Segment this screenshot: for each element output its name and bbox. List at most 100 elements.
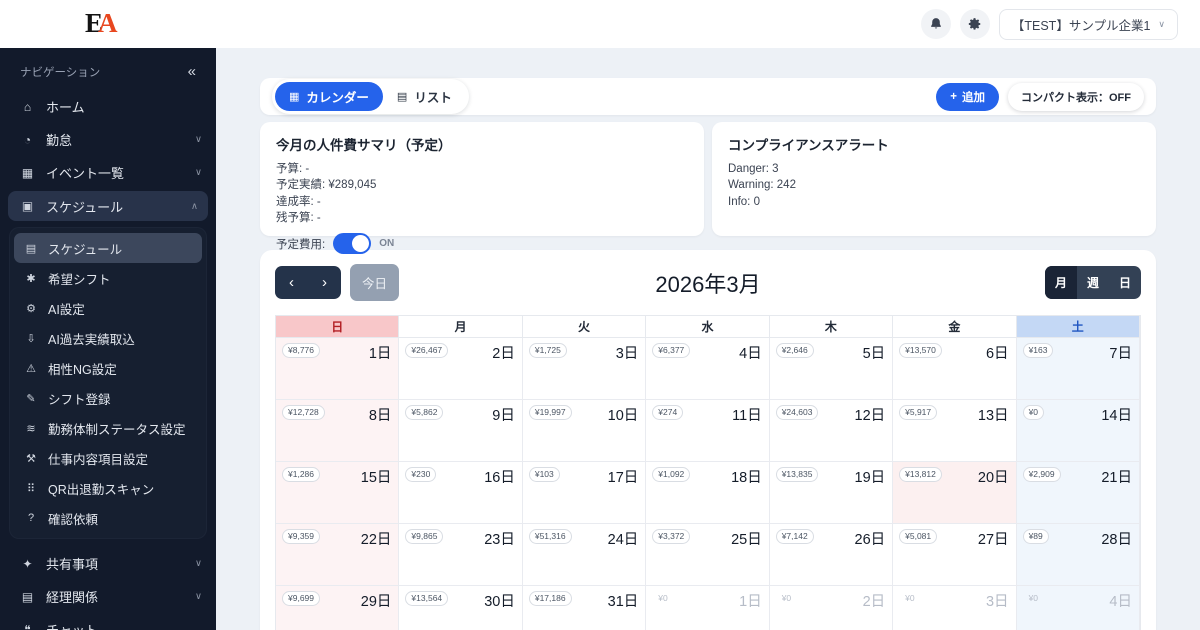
- calendar-cell-6日[interactable]: ¥13,570 6日: [893, 338, 1017, 400]
- planned-cost-toggle[interactable]: [333, 233, 372, 255]
- calendar-cell-13日[interactable]: ¥5,917 13日: [893, 400, 1017, 462]
- calendar-cell-3日[interactable]: ¥0 3日: [893, 586, 1017, 630]
- calendar-cell-14日[interactable]: ¥0 14日: [1016, 400, 1140, 462]
- sidebar-item-AI過去実績取込[interactable]: ⇩ AI過去実績取込: [14, 323, 202, 353]
- calendar-cell-30日[interactable]: ¥13,564 30日: [399, 586, 523, 630]
- sidebar-item-QR出退勤スキャン[interactable]: ⠿ QR出退勤スキャン: [14, 473, 202, 503]
- card-stat-Warning: Warning: 242: [728, 179, 796, 192]
- calendar-month-title: 2026年3月: [655, 271, 761, 297]
- cost-badge: ¥0: [781, 593, 792, 603]
- calendar-cell-29日[interactable]: ¥9,699 29日: [276, 586, 400, 630]
- calendar-cell-20日[interactable]: ¥13,812 20日: [893, 462, 1017, 524]
- sidebar-item-経理関係[interactable]: ▤ 経理関係 ∨: [0, 580, 216, 613]
- sidebar-item-相性NG設定[interactable]: ⚠ 相性NG設定: [14, 353, 202, 383]
- settings-gear-icon[interactable]: [959, 9, 990, 39]
- calendar-cell-4日[interactable]: ¥6,377 4日: [646, 338, 770, 400]
- day-number: 24日: [607, 532, 639, 548]
- home-icon: ⌂: [23, 99, 32, 114]
- day-number: 16日: [484, 470, 515, 486]
- sidebar-item-label: シフト登録: [48, 392, 111, 407]
- day-number: 28日: [1101, 532, 1132, 548]
- calendar-cell-7日[interactable]: ¥163 7日: [1016, 338, 1140, 400]
- qr-scan-icon: ⠿: [26, 482, 36, 495]
- calendar-cell-17日[interactable]: ¥103 17日: [522, 462, 647, 524]
- sidebar-item-勤務体制ステータス設定[interactable]: ≋ 勤務体制ステータス設定: [14, 413, 202, 443]
- sidebar-item-勤怠[interactable]: ◔ 勤怠 ∨: [0, 123, 216, 156]
- sidebar-item-イベント一覧[interactable]: ▦ イベント一覧 ∨: [0, 156, 216, 189]
- calendar-cell-10日[interactable]: ¥19,997 10日: [522, 400, 647, 462]
- day-number: 30日: [484, 594, 515, 610]
- chevron-icon: ∨: [195, 591, 202, 602]
- day-number: 31日: [607, 594, 639, 610]
- calendar-cell-18日[interactable]: ¥1,092 18日: [646, 462, 770, 524]
- calendar-cell-8日[interactable]: ¥12,728 8日: [276, 400, 400, 462]
- calendar-cell-12日[interactable]: ¥24,603 12日: [769, 400, 894, 462]
- app-logo: EA: [85, 8, 117, 38]
- calendar-cell-26日[interactable]: ¥7,142 26日: [769, 524, 894, 586]
- compliance-card-title: コンプライアンスアラート: [728, 138, 889, 153]
- calendar-cell-2日[interactable]: ¥0 2日: [769, 586, 894, 630]
- view-button-日[interactable]: 日: [1109, 266, 1141, 299]
- day-number: 3日: [615, 346, 639, 362]
- sidebar-submenu: ▤ スケジュール ✱ 希望シフト ⚙ AI設定 ⇩ AI過去実績取込 ⚠ 相性NG設定 ✎ シフト登録…: [9, 227, 207, 539]
- calendar-cell-1日[interactable]: ¥8,776 1日: [276, 338, 400, 400]
- calendar-cell-5日[interactable]: ¥2,646 5日: [769, 338, 894, 400]
- tab-リスト[interactable]: ▤ リスト: [383, 82, 466, 111]
- calendar-cell-27日[interactable]: ¥5,081 27日: [893, 524, 1017, 586]
- compact-toggle-button[interactable]: コンパクト表示：OFF: [1008, 82, 1144, 111]
- calendar-cell-19日[interactable]: ¥13,835 19日: [769, 462, 894, 524]
- day-number: 12日: [854, 408, 886, 424]
- add-button[interactable]: + 追加: [936, 82, 999, 111]
- sidebar-item-label: 勤務体制ステータス設定: [48, 422, 186, 437]
- sidebar-item-ホーム[interactable]: ⌂ ホーム: [0, 90, 216, 123]
- view-segmented-control: ▦ カレンダー ▤ リスト: [272, 79, 469, 114]
- sidebar-item-AI設定[interactable]: ⚙ AI設定: [14, 293, 202, 323]
- sidebar-item-label: 相性NG設定: [48, 362, 117, 377]
- view-button-週[interactable]: 週: [1077, 266, 1109, 299]
- company-selector[interactable]: 【TEST】サンプル企業1 ∨: [998, 8, 1178, 40]
- calendar-cell-15日[interactable]: ¥1,286 15日: [276, 462, 400, 524]
- chat-icon: ❝: [24, 622, 31, 630]
- calendar-cell-1日[interactable]: ¥0 1日: [646, 586, 770, 630]
- sidebar-item-チャット[interactable]: ❝ チャット: [0, 613, 216, 630]
- calendar-cell-21日[interactable]: ¥2,909 21日: [1016, 462, 1140, 524]
- day-number: 4日: [739, 346, 762, 362]
- view-toolbar: ▦ カレンダー ▤ リスト + 追加 コンパクト表示：OFF: [260, 78, 1156, 115]
- day-number: 3日: [985, 594, 1009, 610]
- day-number: 29日: [360, 594, 392, 610]
- calendar-cell-28日[interactable]: ¥89 28日: [1016, 524, 1140, 586]
- calendar-cell-4日[interactable]: ¥0 4日: [1016, 586, 1140, 630]
- sidebar-item-シフト登録[interactable]: ✎ シフト登録: [14, 383, 202, 413]
- calendar-cell-31日[interactable]: ¥17,186 31日: [522, 586, 647, 630]
- sidebar-item-共有事項[interactable]: ✦ 共有事項 ∨: [0, 547, 216, 580]
- sidebar-item-スケジュール[interactable]: ▣ スケジュール ∧: [8, 191, 208, 221]
- calendar-cell-2日[interactable]: ¥26,467 2日: [399, 338, 523, 400]
- day-number: 1日: [368, 346, 392, 362]
- calendar-card: ‹ › 今日 2026年3月 月週日 日月火水木金土 ¥8,776 1日 ¥26,46…: [260, 250, 1156, 630]
- calendar-cell-25日[interactable]: ¥3,372 25日: [646, 524, 770, 586]
- calendar-cell-9日[interactable]: ¥5,862 9日: [399, 400, 523, 462]
- view-button-月[interactable]: 月: [1044, 266, 1077, 299]
- calendar-cell-22日[interactable]: ¥9,359 22日: [276, 524, 400, 586]
- day-header-金: 金: [893, 316, 1017, 338]
- notification-bell-icon[interactable]: [920, 9, 951, 39]
- calendar-cell-3日[interactable]: ¥1,725 3日: [522, 338, 647, 400]
- sidebar-item-仕事内容項目設定[interactable]: ⚒ 仕事内容項目設定: [14, 443, 202, 473]
- chevron-down-icon: ∨: [1158, 18, 1165, 29]
- sidebar-item-スケジュール[interactable]: ▤ スケジュール: [14, 233, 202, 263]
- chevron-icon: ∨: [195, 134, 202, 145]
- sidebar-item-確認依頼[interactable]: ? 確認依頼: [14, 503, 202, 533]
- day-number: 5日: [862, 346, 886, 362]
- sidebar-collapse-icon[interactable]: «: [188, 63, 196, 80]
- tab-カレンダー[interactable]: ▦ カレンダー: [275, 82, 383, 111]
- day-header-月: 月: [399, 316, 523, 338]
- sidebar-item-希望シフト[interactable]: ✱ 希望シフト: [14, 263, 202, 293]
- sidebar: ナビゲーション « ⌂ ホーム ◔ 勤怠 ∨ ▦ イベント一覧 ∨ ▣ スケジュール ∧ ▤ スケジュ…: [0, 48, 216, 630]
- day-number: 23日: [484, 532, 515, 548]
- sidebar-title: ナビゲーション: [20, 66, 101, 79]
- calendar-cell-11日[interactable]: ¥274 11日: [646, 400, 770, 462]
- calendar-cell-23日[interactable]: ¥9,865 23日: [399, 524, 523, 586]
- day-number: 8日: [368, 408, 392, 424]
- calendar-cell-16日[interactable]: ¥230 16日: [399, 462, 523, 524]
- calendar-cell-24日[interactable]: ¥51,316 24日: [522, 524, 647, 586]
